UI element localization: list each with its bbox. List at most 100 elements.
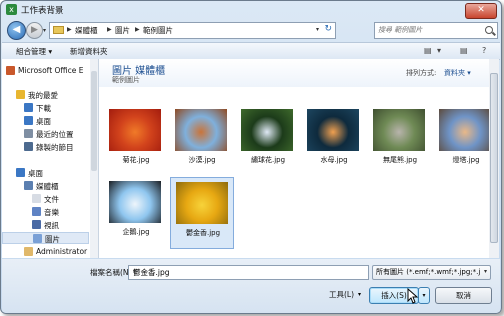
file-list-scrollbar[interactable] <box>489 59 499 258</box>
file-type-value[interactable]: 所有圖片 (*.emf;*.wmf;*.jpg;*.j <box>376 267 480 277</box>
tools-dropdown[interactable]: ▾ <box>358 291 361 298</box>
scrollbar-thumb[interactable] <box>91 71 97 171</box>
view-options-icon[interactable]: ▤ <box>424 46 432 55</box>
address-bar-row: ◀ ▶ ▾ ▶ 媒體櫃 ▶ 圖片 ▶ 範例圖片 ▾ ↻ <box>1 19 501 41</box>
sidebar-item-13[interactable]: Administrator <box>2 246 89 258</box>
sidebar-item-6[interactable]: 錄製的節目 <box>2 141 89 153</box>
recent-pages-dropdown[interactable]: ▾ <box>43 27 46 34</box>
excel-icon: x <box>6 4 17 15</box>
folder-icon <box>53 26 64 34</box>
library-header: 圖片 媒體櫃 範例圖片 排列方式: 資料夾 ▾ <box>99 59 489 87</box>
sidebar-item-label: Administrator <box>36 247 88 256</box>
search-icon <box>485 26 493 34</box>
address-bar[interactable]: ▶ 媒體櫃 ▶ 圖片 ▶ 範例圖片 ▾ ↻ <box>49 22 336 39</box>
desktop-icon <box>16 168 25 177</box>
library-icon <box>24 181 33 190</box>
sidebar-item-4[interactable]: 桌面 <box>2 115 89 127</box>
sidebar-item-label: 桌面 <box>28 169 43 178</box>
tv-icon <box>24 142 33 151</box>
help-icon[interactable]: ? <box>482 46 486 55</box>
file-name: 菊花.jpg <box>122 156 150 164</box>
file-list: 圖片 媒體櫃 範例圖片 排列方式: 資料夾 ▾ 菊花.jpg 沙漠.jpg 繡球花.… <box>99 59 491 258</box>
music-icon <box>32 207 41 216</box>
file-type-dropdown[interactable]: ▾ <box>484 268 487 275</box>
image-preview <box>109 109 161 151</box>
mouse-pointer-icon <box>407 288 419 304</box>
sidebar-item-5[interactable]: 最近的位置 <box>2 128 89 140</box>
arrange-by-label: 排列方式: <box>406 69 437 77</box>
star-icon <box>16 90 25 99</box>
file-thumbnail[interactable]: 企鵝.jpg <box>104 177 168 249</box>
insert-sheet-background-dialog: x 工作表背景 ✕ ◀ ▶ ▾ ▶ 媒體櫃 ▶ 圖片 ▶ 範例圖片 ▾ ↻ 組合… <box>0 0 502 314</box>
breadcrumb-library[interactable]: 媒體櫃 <box>75 25 98 36</box>
sidebar-item-7[interactable]: 桌面 <box>2 167 89 179</box>
file-thumbnail[interactable]: 鬱金香.jpg <box>170 177 234 249</box>
download-icon <box>24 103 33 112</box>
library-subtitle: 範例圖片 <box>112 76 140 84</box>
video-icon <box>32 220 41 229</box>
sidebar-scrollbar[interactable] <box>90 59 98 258</box>
tools-button[interactable]: 工具(L) <box>329 289 354 300</box>
address-dropdown[interactable]: ▾ <box>316 26 319 33</box>
image-preview <box>175 109 227 151</box>
insert-options-dropdown[interactable]: ▾ <box>418 287 430 304</box>
file-name: 沙漠.jpg <box>188 156 216 164</box>
preview-pane-icon[interactable]: ▤ <box>460 46 468 55</box>
filename-dropdown[interactable]: ▾ <box>133 268 365 275</box>
file-name: 水母.jpg <box>320 156 348 164</box>
organize-button[interactable]: 組合管理 ▾ <box>16 46 52 57</box>
sidebar-item-8[interactable]: 媒體櫃 <box>2 180 89 192</box>
file-thumbnail[interactable]: 繡球花.jpg <box>236 105 300 177</box>
filename-input[interactable]: 鬱金香.jpg ▾ <box>128 265 369 280</box>
forward-button[interactable]: ▶ <box>26 22 43 39</box>
navigation-pane: Microsoft Office E 我的最愛 下載 桌面 最近的位置 錄製的節目 桌面 媒體… <box>2 59 99 258</box>
sidebar-item-label: 下載 <box>36 104 51 113</box>
sidebar-item-2[interactable]: 我的最愛 <box>2 89 89 101</box>
sidebar-item-12[interactable]: 圖片 <box>2 232 89 244</box>
search-input[interactable] <box>378 24 478 36</box>
breadcrumb-separator[interactable]: ▶ <box>107 26 112 33</box>
sidebar-item-11[interactable]: 視訊 <box>2 219 89 231</box>
document-icon <box>32 194 41 203</box>
sidebar-item-label: 桌面 <box>36 117 51 126</box>
breadcrumb-pictures[interactable]: 圖片 <box>115 25 130 36</box>
sidebar-item-label: 圖片 <box>45 235 60 244</box>
close-button[interactable]: ✕ <box>465 3 497 19</box>
file-thumbnail[interactable]: 水母.jpg <box>302 105 366 177</box>
sidebar-item-10[interactable]: 音樂 <box>2 206 89 218</box>
file-thumbnail[interactable]: 沙漠.jpg <box>170 105 234 177</box>
new-folder-button[interactable]: 新增資料夾 <box>70 46 108 57</box>
sidebar-item-3[interactable]: 下載 <box>2 102 89 114</box>
scrollbar-thumb[interactable] <box>490 73 498 243</box>
breadcrumb-separator[interactable]: ▶ <box>135 26 140 33</box>
image-preview <box>373 109 425 151</box>
file-thumbnail[interactable]: 無尾熊.jpg <box>368 105 432 177</box>
file-name: 鬱金香.jpg <box>185 229 221 237</box>
breadcrumb-separator[interactable]: ▶ <box>67 26 72 33</box>
image-preview <box>241 109 293 151</box>
window-title: 工作表背景 <box>21 6 64 16</box>
sidebar-item-label: Microsoft Office E <box>18 66 84 75</box>
file-name: 無尾熊.jpg <box>382 156 418 164</box>
file-thumbnail[interactable]: 菊花.jpg <box>104 105 168 177</box>
dialog-footer: 檔案名稱(N): 鬱金香.jpg ▾ 所有圖片 (*.emf;*.wmf;*.j… <box>2 259 500 313</box>
back-button[interactable]: ◀ <box>7 21 26 40</box>
sidebar-item-label: 最近的位置 <box>36 130 74 139</box>
breadcrumb-sample-pictures[interactable]: 範例圖片 <box>143 25 173 36</box>
file-name: 繡球花.jpg <box>250 156 286 164</box>
cancel-button[interactable]: 取消 <box>435 287 492 304</box>
file-name: 企鵝.jpg <box>122 228 150 236</box>
sidebar-item-label: 文件 <box>44 195 59 204</box>
file-type-select[interactable]: 所有圖片 (*.emf;*.wmf;*.jpg;*.j ▾ <box>372 265 491 280</box>
sidebar-item-label: 音樂 <box>44 208 59 217</box>
view-dropdown[interactable]: ▾ <box>437 46 441 55</box>
search-box[interactable] <box>374 22 498 39</box>
arrange-by-dropdown[interactable]: 資料夾 ▾ <box>444 68 471 78</box>
image-preview <box>176 182 228 224</box>
sidebar-item-1[interactable]: Microsoft Office E <box>2 65 89 77</box>
sidebar-item-9[interactable]: 文件 <box>2 193 89 205</box>
refresh-icon[interactable]: ↻ <box>324 24 332 34</box>
office-icon <box>6 66 15 75</box>
image-preview <box>439 109 491 151</box>
desktop-icon <box>24 116 33 125</box>
